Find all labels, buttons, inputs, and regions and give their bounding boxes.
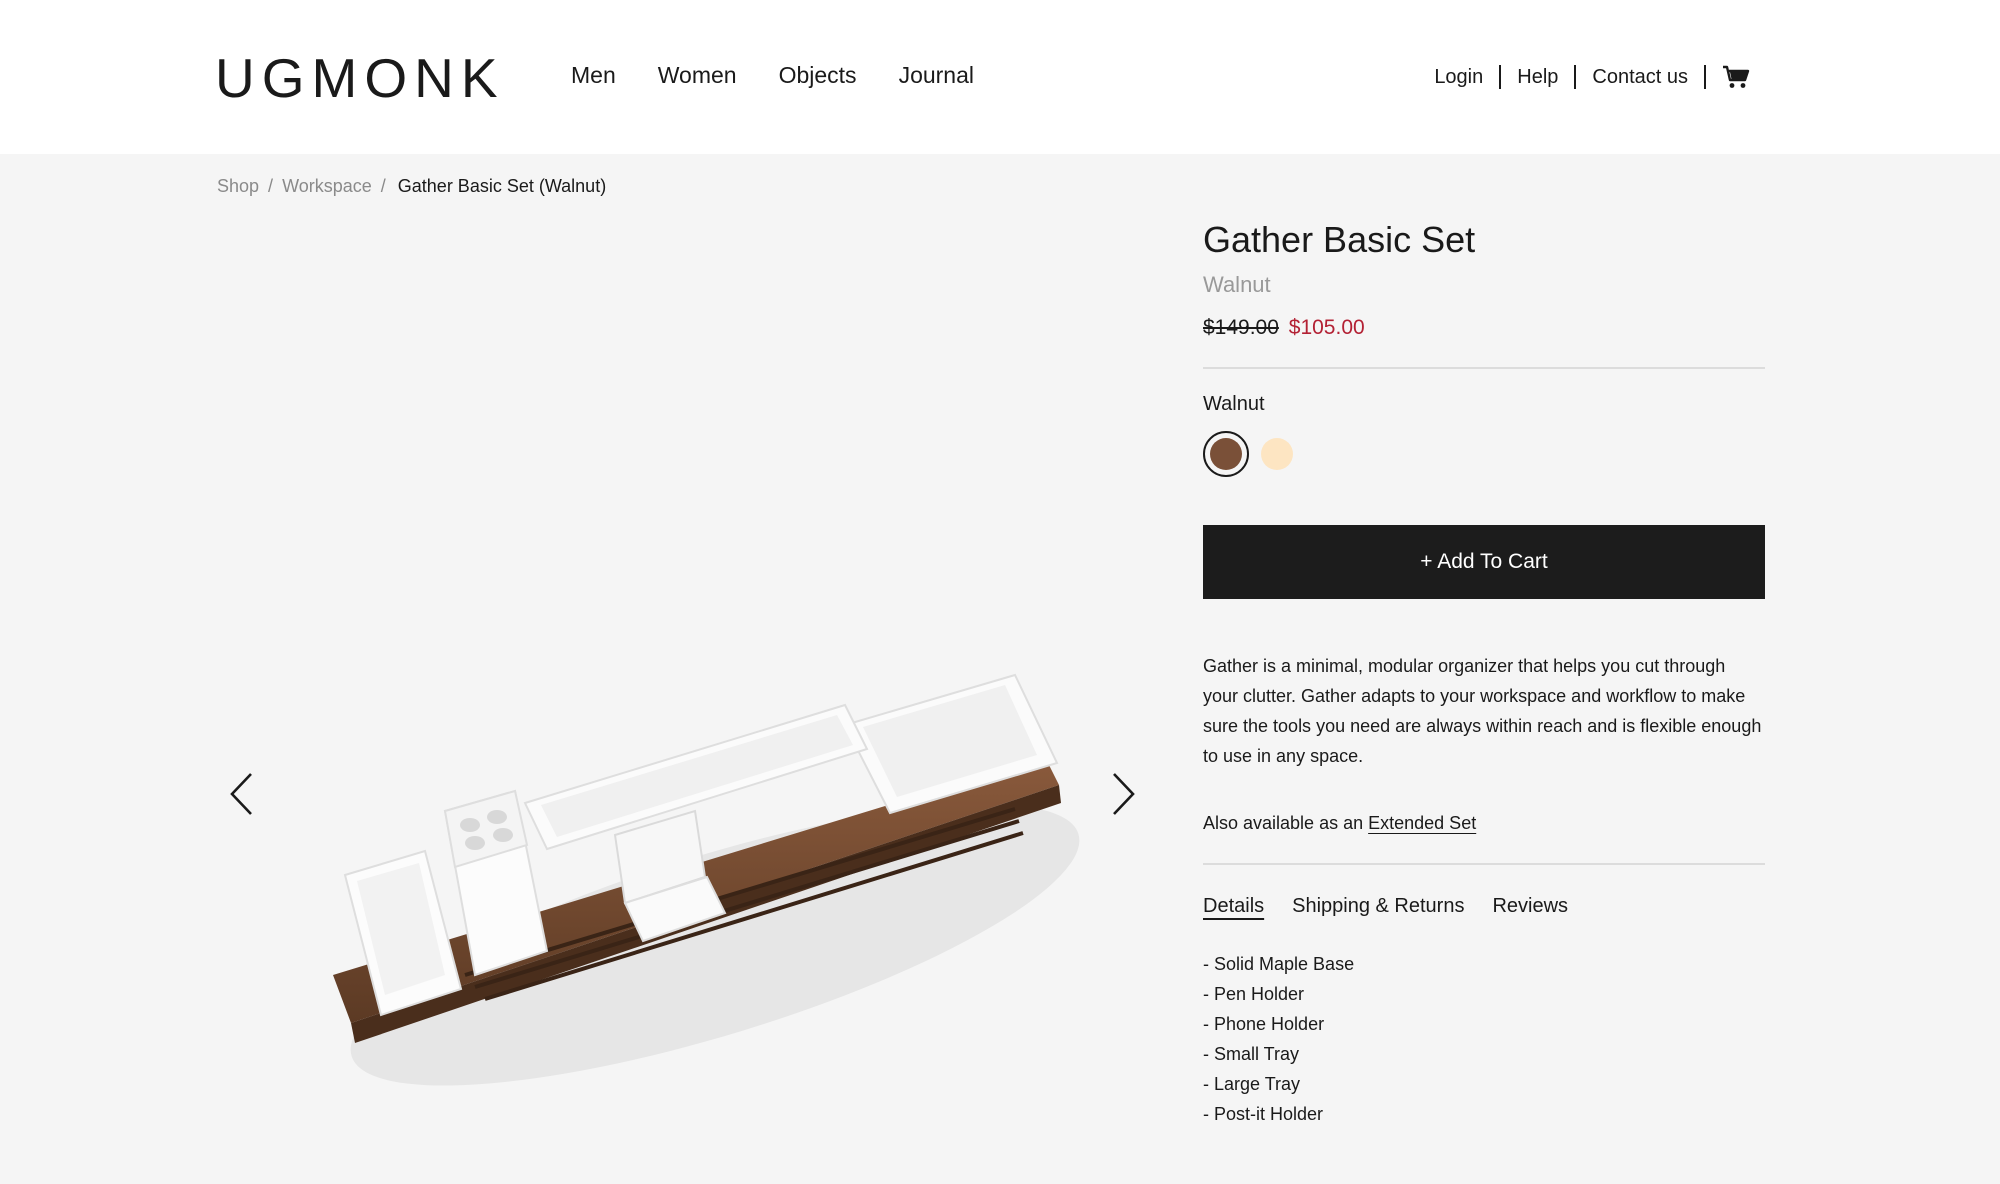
- utility-nav: Login Help Contact us: [1434, 62, 1750, 92]
- product-gallery: [215, 215, 1135, 1145]
- cart-icon[interactable]: [1722, 64, 1750, 90]
- breadcrumb-current: Gather Basic Set (Walnut): [397, 176, 607, 196]
- breadcrumb-workspace[interactable]: Workspace: [282, 173, 372, 199]
- tab-details[interactable]: Details: [1203, 891, 1264, 921]
- nav-divider: [1574, 65, 1577, 89]
- also-available-text: Also available as an: [1203, 813, 1364, 833]
- list-item: - Large Tray: [1203, 1074, 1301, 1094]
- nav-objects[interactable]: Objects: [779, 60, 857, 90]
- contact-link[interactable]: Contact us: [1592, 62, 1688, 92]
- chevron-right-icon[interactable]: [1108, 770, 1138, 818]
- swatch-maple[interactable]: [1261, 438, 1293, 470]
- original-price: $149.00: [1203, 316, 1279, 339]
- also-available: Also available as an Extended Set: [1203, 809, 1765, 837]
- nav-divider: [1704, 65, 1706, 89]
- list-item: - Post-it Holder: [1203, 1104, 1324, 1124]
- divider: [1203, 863, 1765, 865]
- list-item: - Pen Holder: [1203, 984, 1305, 1004]
- breadcrumb-shop[interactable]: Shop: [217, 173, 259, 199]
- add-to-cart-button[interactable]: + Add To Cart: [1203, 525, 1765, 599]
- nav-divider: [1499, 65, 1502, 89]
- site-header: UGMONK Men Women Objects Journal Login H…: [0, 0, 2000, 154]
- breadcrumb-separator: /: [268, 176, 274, 196]
- product-title: Gather Basic Set: [1203, 219, 1476, 260]
- product-panel: Gather Basic Set Walnut $149.00 $105.00 …: [1203, 215, 1765, 1129]
- sale-price: $105.00: [1288, 316, 1365, 339]
- product-image: [333, 673, 1080, 1086]
- chevron-left-icon[interactable]: [227, 770, 257, 818]
- swatch-walnut-dot: [1210, 438, 1242, 470]
- list-item: - Small Tray: [1203, 1044, 1300, 1064]
- login-link[interactable]: Login: [1434, 62, 1483, 92]
- color-swatches: [1203, 431, 1765, 477]
- divider: [1203, 367, 1765, 369]
- tab-shipping-returns[interactable]: Shipping & Returns: [1292, 891, 1464, 921]
- swatch-walnut[interactable]: [1203, 431, 1249, 477]
- help-link[interactable]: Help: [1517, 62, 1558, 92]
- nav-journal[interactable]: Journal: [899, 60, 974, 90]
- product-variant: Walnut: [1203, 272, 1271, 297]
- main-nav: Men Women Objects Journal: [571, 60, 1016, 90]
- price-row: $149.00 $105.00: [1203, 313, 1765, 343]
- list-item: - Phone Holder: [1203, 1014, 1325, 1034]
- list-item: - Solid Maple Base: [1203, 954, 1355, 974]
- tab-reviews[interactable]: Reviews: [1492, 891, 1568, 921]
- breadcrumb: Shop / Workspace / Gather Basic Set (Wal…: [217, 173, 606, 199]
- extended-set-link[interactable]: Extended Set: [1368, 813, 1476, 833]
- brand-logo[interactable]: UGMONK: [215, 48, 505, 108]
- details-list: - Solid Maple Base - Pen Holder - Phone …: [1203, 949, 1765, 1129]
- product-tabs: Details Shipping & Returns Reviews: [1203, 891, 1765, 921]
- color-label: Walnut: [1203, 393, 1265, 415]
- nav-men[interactable]: Men: [571, 60, 616, 90]
- product-description: Gather is a minimal, modular organizer t…: [1203, 656, 1762, 766]
- breadcrumb-separator: /: [380, 176, 386, 196]
- nav-women[interactable]: Women: [658, 60, 737, 90]
